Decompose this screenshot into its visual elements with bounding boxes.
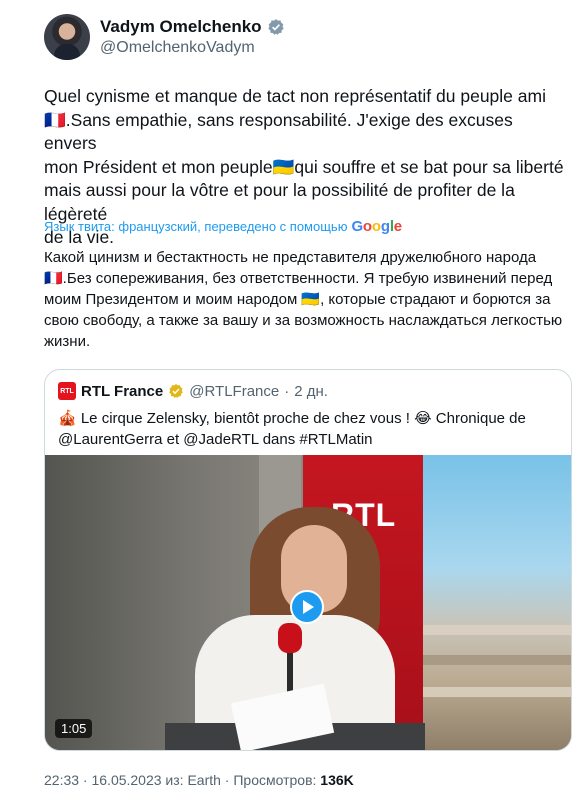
google-logo: Google	[351, 218, 402, 235]
tweet-meta: 22:33 · 16.05.2023 из: Earth · Просмотро…	[44, 772, 321, 788]
gold-verified-badge-icon	[169, 384, 184, 398]
tweet-line: mon Président et mon peuple🇺🇦qui souffre…	[44, 156, 564, 177]
verified-badge-icon	[267, 19, 284, 35]
quoted-author-name[interactable]: RTL France	[81, 383, 163, 400]
translated-line: свою свободу, а также за вашу и за возмо…	[44, 312, 563, 329]
microphone	[278, 623, 302, 653]
video-player[interactable]: RTL 1:05	[45, 455, 571, 750]
quoted-timestamp[interactable]: 2 дн.	[294, 383, 328, 400]
city-roofs	[423, 655, 571, 665]
translated-line: Какой цинизм и бестактность не представи…	[44, 249, 537, 266]
author-handle[interactable]: @OmelchenkoVadym	[100, 38, 285, 58]
meta-separator: ·	[284, 382, 290, 400]
city-backdrop	[423, 455, 571, 750]
video-duration: 1:05	[55, 719, 93, 738]
quoted-tweet-header: RTL RTL France @RTLFrance · 2 дн.	[58, 382, 328, 400]
quoted-tweet[interactable]: RTL RTL France @RTLFrance · 2 дн. 🎪 Le c…	[44, 369, 572, 751]
city-roofs	[423, 625, 571, 635]
tweet-footer: 22:33 · 16.05.2023 из: Earth · Просмотро…	[44, 772, 354, 788]
quoted-line: @LaurentGerra et @JadeRTL dans #RTLMatin	[58, 431, 373, 448]
city-roofs	[423, 687, 571, 697]
rtl-avatar[interactable]: RTL	[58, 382, 76, 400]
play-button[interactable]	[290, 590, 324, 624]
play-icon	[303, 600, 314, 614]
quoted-line: 🎪 Le cirque Zelensky, bientôt proche de …	[58, 410, 526, 427]
author-avatar[interactable]	[44, 14, 90, 60]
quoted-author-handle[interactable]: @RTLFrance	[189, 383, 279, 400]
tweet-line: 🇫🇷.Sans empathie, sans responsabilité. J…	[44, 109, 513, 154]
translated-line: жизни.	[44, 333, 91, 350]
name-row: Vadym Omelchenko	[100, 16, 285, 37]
tweet-line: Quel cynisme et manque de tact non repré…	[44, 86, 546, 106]
translation-label: Язык твита: французский, переведено с по…	[44, 219, 348, 234]
quoted-tweet-text: 🎪 Le cirque Zelensky, bientôt proche de …	[58, 408, 563, 450]
tweet-header: Vadym Omelchenko @OmelchenkoVadym	[44, 14, 285, 60]
views-count[interactable]: 136K	[320, 772, 353, 788]
translation-attribution[interactable]: Язык твита: французский, переведено с по…	[44, 218, 402, 235]
author-display-name[interactable]: Vadym Omelchenko	[100, 16, 262, 37]
translated-text: Какой цинизм и бестактность не представи…	[44, 247, 566, 352]
translated-line: моим Президентом и моим народом 🇺🇦, кото…	[44, 291, 551, 308]
author-info: Vadym Omelchenko @OmelchenkoVadym	[100, 16, 285, 57]
translated-line: 🇫🇷.Без сопереживания, без ответственност…	[44, 270, 553, 287]
